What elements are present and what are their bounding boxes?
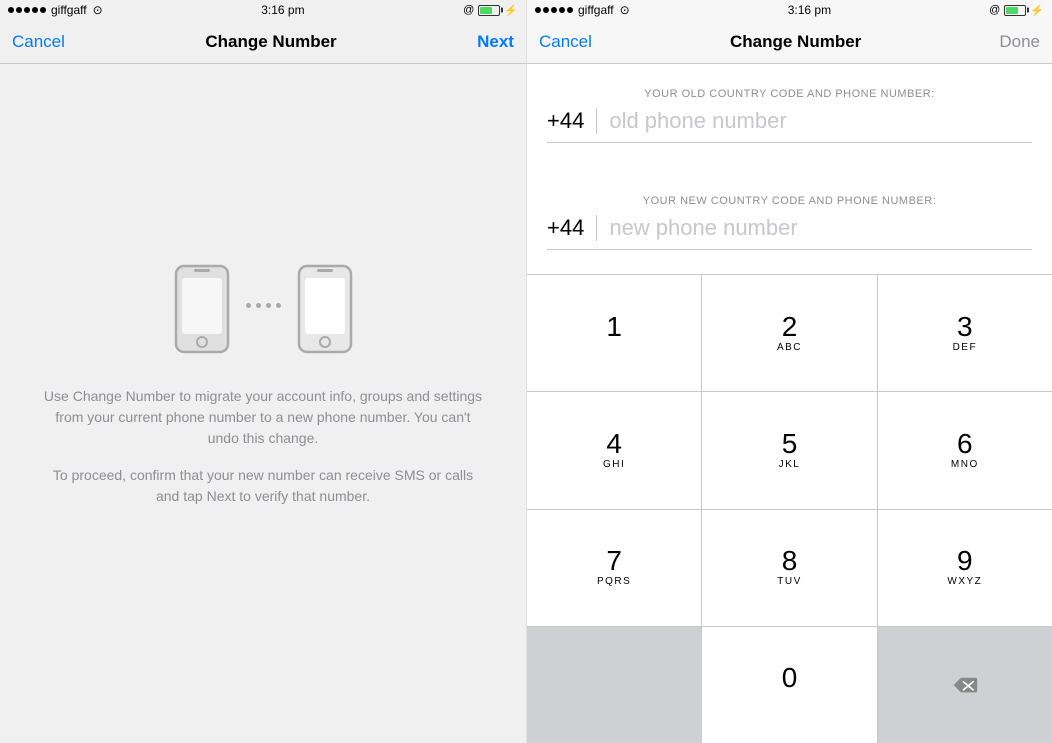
next-button[interactable]: Next (477, 32, 514, 52)
left-status-left: giffgaff ⊙ (8, 3, 103, 17)
right-page-title: Change Number (730, 32, 861, 52)
signal-dot-5 (40, 7, 46, 13)
r-dot-4 (559, 7, 565, 13)
new-phone-placeholder[interactable]: new phone number (609, 215, 1032, 241)
page-title: Change Number (205, 32, 336, 52)
signal-dot-1 (8, 7, 14, 13)
numpad-digit-9: 9 (957, 547, 973, 575)
carrier-name: giffgaff (51, 3, 87, 17)
old-phone-placeholder[interactable]: old phone number (609, 108, 1032, 134)
numpad-key-9[interactable]: 9 WXYZ (878, 510, 1052, 626)
right-time: 3:16 pm (788, 3, 831, 17)
right-at-icon: @ (989, 4, 1000, 16)
old-number-section: YOUR OLD COUNTRY CODE AND PHONE NUMBER: … (527, 64, 1052, 147)
description-paragraph-2: To proceed, confirm that your new number… (40, 465, 486, 507)
left-panel: giffgaff ⊙ 3:16 pm @ ⚡ Cancel Change Num… (0, 0, 526, 743)
new-field-label: YOUR NEW COUNTRY CODE AND PHONE NUMBER: (547, 195, 1032, 207)
right-signal-dots (535, 7, 573, 13)
signal-dot-4 (32, 7, 38, 13)
signal-dot-3 (24, 7, 30, 13)
right-carrier-name: giffgaff (578, 3, 614, 17)
numpad-key-8[interactable]: 8 TUV (702, 510, 877, 626)
cancel-button[interactable]: Cancel (12, 32, 65, 52)
numpad-digit-4: 4 (606, 430, 622, 458)
numpad-key-6[interactable]: 6 MNO (878, 392, 1052, 508)
numpad-sub-8: TUV (777, 576, 802, 588)
numpad-key-4[interactable]: 4 GHI (527, 392, 702, 508)
section-divider (527, 147, 1052, 171)
right-panel: giffgaff ⊙ 3:16 pm @ ⚡ Cancel Change Num… (526, 0, 1052, 743)
right-nav-bar: Cancel Change Number Done (527, 20, 1052, 64)
signal-dots (8, 7, 46, 13)
numpad-sub-7: PQRS (597, 576, 631, 588)
numpad-sub-2: ABC (777, 342, 802, 354)
backspace-icon (952, 676, 978, 694)
numpad-digit-1: 1 (606, 313, 622, 341)
old-country-code: +44 (547, 108, 597, 134)
right-charging-icon: ⚡ (1030, 4, 1044, 17)
left-status-bar: giffgaff ⊙ 3:16 pm @ ⚡ (0, 0, 526, 20)
numpad-digit-7: 7 (606, 547, 622, 575)
charging-icon: ⚡ (504, 4, 518, 17)
description-paragraph-1: Use Change Number to migrate your accoun… (40, 386, 486, 449)
numpad-key-empty (527, 627, 702, 743)
numpad-row-4: 0 (527, 626, 1052, 743)
numpad-key-1[interactable]: 1 (527, 275, 702, 391)
numpad-sub-5: JKL (779, 459, 801, 471)
numpad: 1 2 ABC 3 DEF 4 GHI 5 JKL 6 (527, 274, 1052, 743)
left-time: 3:16 pm (261, 3, 304, 17)
battery-indicator (478, 5, 500, 16)
old-phone-input-row[interactable]: +44 old phone number (547, 108, 1032, 143)
numpad-sub-9: WXYZ (947, 576, 982, 588)
numpad-digit-5: 5 (782, 430, 798, 458)
new-phone-input-row[interactable]: +44 new phone number (547, 215, 1032, 250)
numpad-key-0[interactable]: 0 (702, 627, 877, 743)
r-dot-3 (551, 7, 557, 13)
phone-icon-right (297, 264, 353, 354)
right-status-right: @ ⚡ (989, 4, 1044, 17)
numpad-key-2[interactable]: 2 ABC (702, 275, 877, 391)
numpad-key-3[interactable]: 3 DEF (878, 275, 1052, 391)
numpad-key-7[interactable]: 7 PQRS (527, 510, 702, 626)
r-dot-1 (535, 7, 541, 13)
numpad-digit-0: 0 (782, 664, 798, 692)
left-status-right: @ ⚡ (463, 4, 518, 17)
numpad-sub-4: GHI (603, 459, 625, 471)
numpad-digit-3: 3 (957, 313, 973, 341)
right-cancel-button[interactable]: Cancel (539, 32, 592, 52)
numpad-row-3: 7 PQRS 8 TUV 9 WXYZ (527, 509, 1052, 626)
r-dot-2 (543, 7, 549, 13)
numpad-digit-2: 2 (782, 313, 798, 341)
wifi-icon: ⊙ (93, 3, 103, 17)
numpad-row-1: 1 2 ABC 3 DEF (527, 274, 1052, 391)
at-icon: @ (463, 4, 474, 16)
phone-icon-left (174, 264, 230, 354)
r-dot-5 (567, 7, 573, 13)
connection-dots (246, 303, 281, 316)
phones-illustration (174, 264, 353, 354)
numpad-sub-3: DEF (953, 342, 978, 354)
new-number-section: YOUR NEW COUNTRY CODE AND PHONE NUMBER: … (527, 171, 1052, 254)
left-content: Use Change Number to migrate your accoun… (0, 64, 526, 743)
numpad-digit-6: 6 (957, 430, 973, 458)
numpad-key-backspace[interactable] (878, 627, 1052, 743)
right-status-left: giffgaff ⊙ (535, 3, 630, 17)
done-button[interactable]: Done (999, 32, 1040, 52)
left-nav-bar: Cancel Change Number Next (0, 20, 526, 64)
numpad-row-2: 4 GHI 5 JKL 6 MNO (527, 391, 1052, 508)
signal-dot-2 (16, 7, 22, 13)
left-description: Use Change Number to migrate your accoun… (40, 386, 486, 523)
right-status-bar: giffgaff ⊙ 3:16 pm @ ⚡ (527, 0, 1052, 20)
numpad-digit-8: 8 (782, 547, 798, 575)
right-battery (1004, 5, 1026, 16)
right-wifi-icon: ⊙ (620, 3, 630, 17)
old-field-label: YOUR OLD COUNTRY CODE AND PHONE NUMBER: (547, 88, 1032, 100)
numpad-sub-6: MNO (951, 459, 979, 471)
numpad-key-5[interactable]: 5 JKL (702, 392, 877, 508)
new-country-code: +44 (547, 215, 597, 241)
